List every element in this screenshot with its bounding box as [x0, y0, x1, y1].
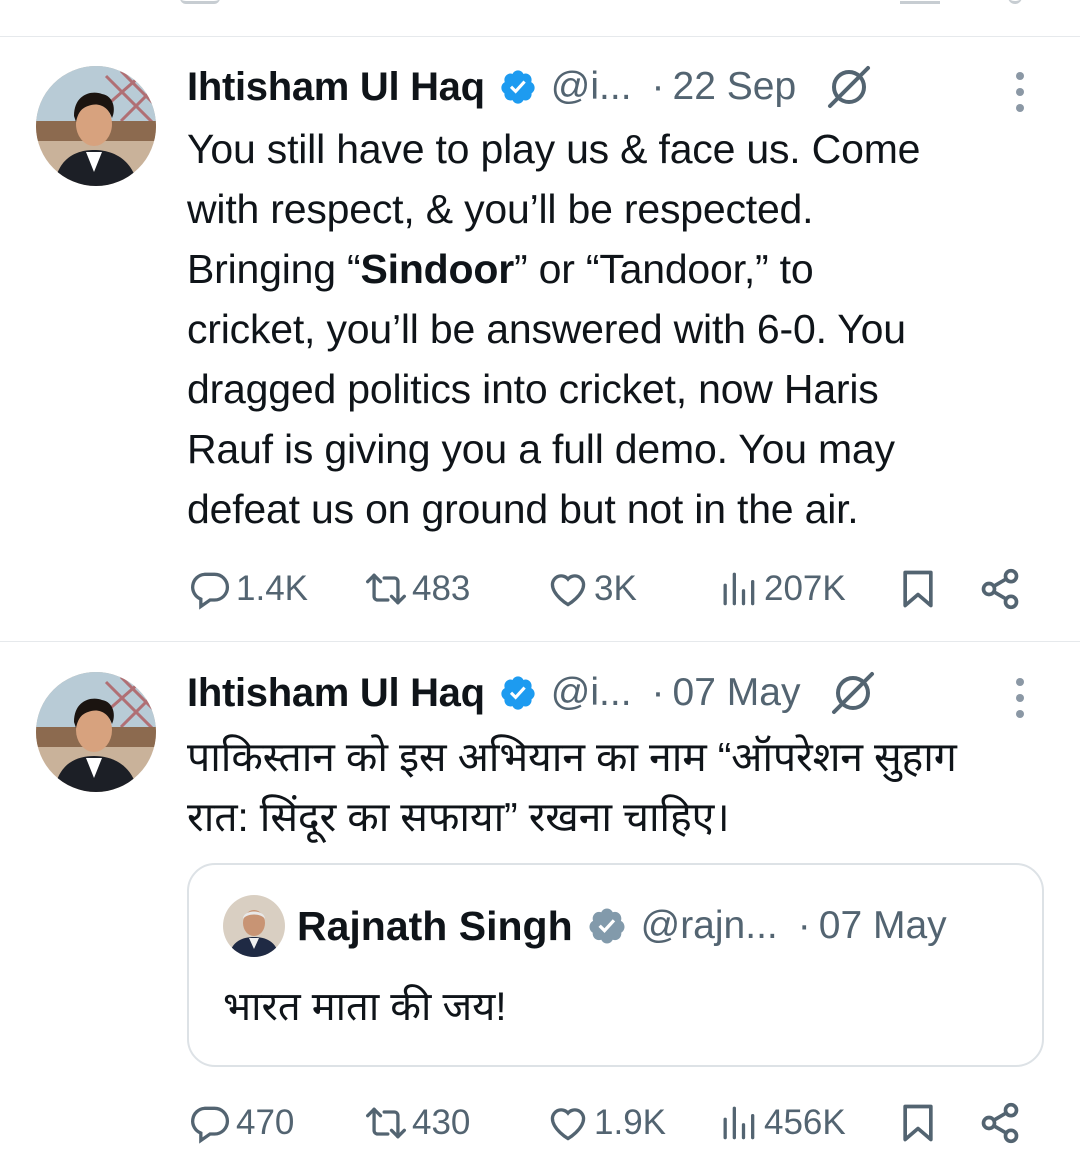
quoted-tweet-text: भारत माता की जय! — [223, 985, 507, 1029]
government-verified-badge-icon[interactable] — [587, 906, 627, 946]
views-count: 207K — [764, 569, 846, 608]
quoted-author-handle[interactable]: @rajn... — [641, 904, 778, 948]
author-handle[interactable]: @i... — [551, 671, 632, 715]
reply-count: 1.4K — [236, 569, 308, 608]
heart-icon — [550, 574, 586, 607]
tweet-actions: 470 430 1.9K 456K — [0, 1093, 1080, 1153]
bookmark-icon — [903, 1104, 933, 1142]
previous-tweet-action-icon — [180, 0, 220, 4]
separator-dot: · — [797, 904, 811, 947]
quoted-tweet-header: Rajnath Singh @rajn... · 07 May — [297, 901, 947, 951]
share-button[interactable] — [978, 1093, 1022, 1153]
tweet-header: Ihtisham Ul Haq @i... · 07 May — [187, 668, 878, 718]
author-name[interactable]: Ihtisham Ul Haq — [187, 671, 485, 716]
author-name[interactable]: Ihtisham Ul Haq — [187, 65, 485, 110]
share-icon — [981, 568, 1019, 610]
heart-icon — [550, 1108, 586, 1141]
tweet-text: You still have to play us & face us. Com… — [187, 119, 1047, 539]
share-icon — [981, 1102, 1019, 1144]
tweet-text: पाकिस्तान को इस अभियान का नाम “ऑपरेशन सु… — [187, 727, 1057, 847]
quoted-author-name[interactable]: Rajnath Singh — [297, 903, 573, 950]
views-button[interactable]: 456K — [716, 1093, 846, 1153]
like-count: 3K — [594, 569, 637, 608]
separator-dot: · — [651, 65, 665, 108]
verified-badge-icon[interactable] — [499, 674, 537, 712]
views-icon — [723, 1106, 755, 1140]
tweet-text-line: defeat us on ground but not in the air. — [187, 486, 859, 532]
grok-icon[interactable] — [828, 668, 878, 718]
previous-tweet-bookmark-icon — [900, 0, 940, 4]
avatar[interactable] — [36, 672, 156, 792]
previous-tweet-share-icon — [1008, 0, 1022, 4]
grok-icon[interactable] — [824, 62, 874, 112]
repost-icon — [366, 1107, 406, 1139]
reply-button[interactable]: 1.4K — [188, 559, 308, 619]
quoted-tweet-date[interactable]: 07 May — [819, 904, 947, 948]
bold-text-segment: Sindoor — [360, 246, 514, 292]
reply-icon — [191, 572, 230, 610]
reply-icon — [191, 1106, 230, 1144]
tweet-header: Ihtisham Ul Haq @i... · 22 Sep — [187, 62, 874, 112]
bookmark-button[interactable] — [896, 559, 940, 619]
views-button[interactable]: 207K — [716, 559, 846, 619]
tweet-text-line: रात: सिंदूर का सफाया” रखना चाहिए। — [187, 794, 730, 840]
tweet[interactable]: Ihtisham Ul Haq @i... · 07 May पाकिस्तान… — [0, 642, 1080, 1161]
like-count: 1.9K — [594, 1103, 666, 1142]
text-segment: Bringing “ — [187, 246, 361, 292]
tweet-text-line: You still have to play us & face us. Com… — [187, 126, 921, 172]
tweet-text-line: Rauf is giving you a full demo. You may — [187, 426, 895, 472]
tweet-date[interactable]: 07 May — [673, 671, 801, 715]
bookmark-button[interactable] — [896, 1093, 940, 1153]
tweet[interactable]: Ihtisham Ul Haq @i... · 22 Sep You still… — [0, 37, 1080, 641]
share-button[interactable] — [978, 559, 1022, 619]
tweet-actions: 1.4K 483 3K 207K — [0, 559, 1080, 619]
tweet-text-line: with respect, & you’ll be respected. — [187, 186, 814, 232]
tweet-text-line: dragged politics into cricket, now Haris — [187, 366, 879, 412]
more-options-icon[interactable] — [1008, 70, 1032, 114]
repost-count: 483 — [412, 569, 471, 608]
separator-dot: · — [651, 671, 665, 714]
quoted-tweet[interactable]: Rajnath Singh @rajn... · 07 May भारत मात… — [187, 863, 1044, 1067]
quoted-author-avatar[interactable] — [223, 895, 285, 957]
author-handle[interactable]: @i... — [551, 65, 632, 109]
like-button[interactable]: 1.9K — [546, 1093, 666, 1153]
tweet-text-line: cricket, you’ll be answered with 6-0. Yo… — [187, 306, 906, 352]
reply-button[interactable]: 470 — [188, 1093, 294, 1153]
more-options-icon[interactable] — [1008, 676, 1032, 720]
bookmark-icon — [903, 570, 933, 608]
tweet-text-line: Bringing “Sindoor” or “Tandoor,” to — [187, 239, 1047, 299]
tweet-date[interactable]: 22 Sep — [673, 65, 797, 109]
views-icon — [723, 572, 755, 606]
like-button[interactable]: 3K — [546, 559, 637, 619]
tweet-text-line: पाकिस्तान को इस अभियान का नाम “ऑपरेशन सु… — [187, 734, 957, 780]
views-count: 456K — [764, 1103, 846, 1142]
avatar[interactable] — [36, 66, 156, 186]
reply-count: 470 — [236, 1103, 295, 1142]
text-segment: ” or “Tandoor,” to — [513, 246, 814, 292]
verified-badge-icon[interactable] — [499, 68, 537, 106]
repost-icon — [366, 573, 406, 605]
repost-count: 430 — [412, 1103, 471, 1142]
repost-button[interactable]: 483 — [364, 559, 470, 619]
repost-button[interactable]: 430 — [364, 1093, 470, 1153]
